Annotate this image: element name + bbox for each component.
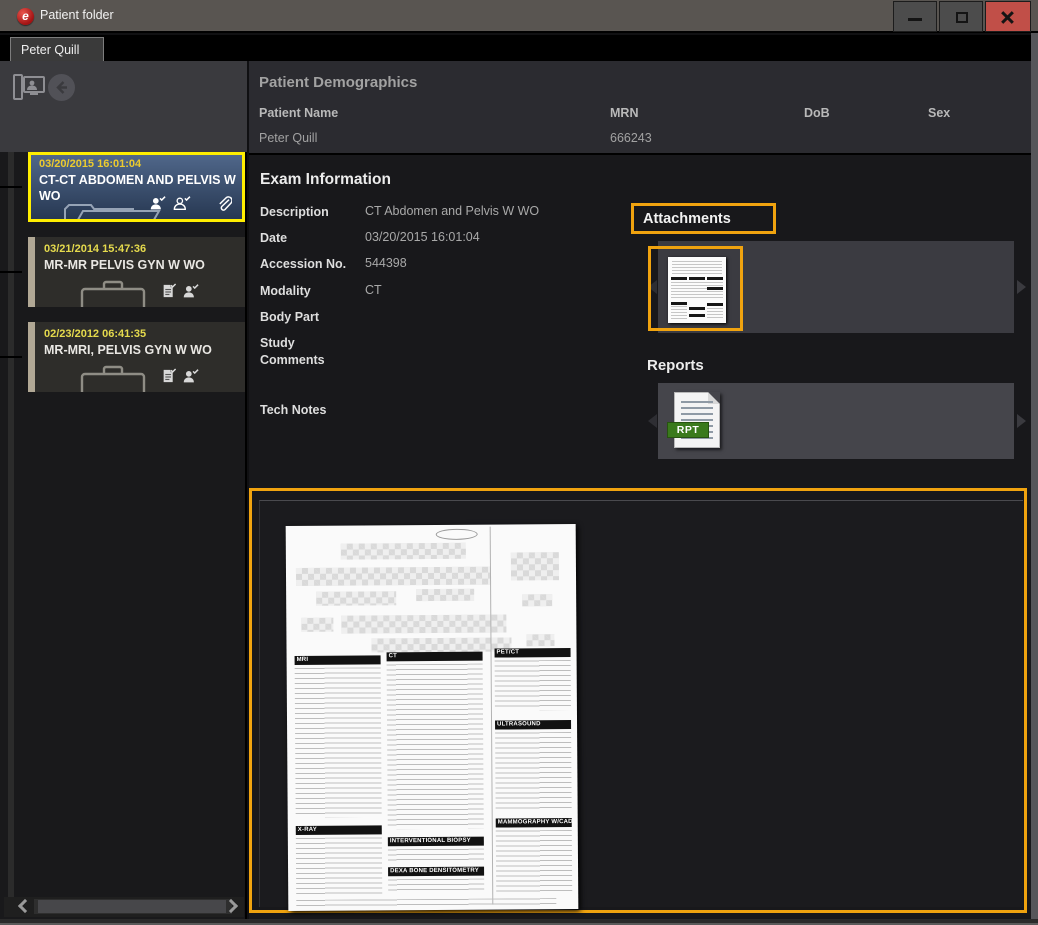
reports-strip: RPT — [658, 383, 1014, 459]
patient-folder-window: e Patient folder Peter Quill — [0, 0, 1038, 925]
card-stripe — [28, 237, 35, 307]
briefcase-icon — [80, 364, 148, 392]
form-section-xray: X-RAY — [296, 825, 382, 835]
report-document-icon[interactable]: RPT — [674, 392, 720, 448]
reports-title: Reports — [647, 357, 704, 374]
study-date: 03/20/2015 16:01:04 — [39, 158, 141, 170]
modality-label: Modality — [260, 283, 362, 300]
back-button[interactable] — [48, 74, 75, 101]
study-timeline — [8, 152, 14, 897]
patient-name-value: Peter Quill — [259, 131, 317, 145]
patient-demographics-section: Patient Demographics Patient Name MRN Do… — [249, 61, 1031, 155]
document-check-icon — [162, 368, 176, 384]
scanned-order-form: MRI CT PET/CT ULTRASOUND X-RAY INTERVENT… — [286, 524, 579, 911]
tech-notes-label: Tech Notes — [260, 402, 362, 419]
study-card-ct-abdomen[interactable]: 03/20/2015 16:01:04 CT-CT ABDOMEN AND PE… — [28, 152, 245, 222]
form-section-mri: MRI — [295, 655, 381, 665]
accession-value: 544398 — [365, 256, 407, 270]
form-section-petct: PET/CT — [495, 648, 571, 658]
window-right-edge — [1031, 33, 1038, 925]
window-bottom-edge — [0, 919, 1038, 925]
exam-information-title: Exam Information — [260, 171, 391, 189]
description-label: Description — [260, 204, 362, 221]
person-check-outline-icon — [172, 195, 191, 211]
scroll-left-icon[interactable] — [18, 899, 32, 913]
attachment-preview-panel: MRI CT PET/CT ULTRASOUND X-RAY INTERVENT… — [259, 500, 1023, 907]
body-part-label: Body Part — [260, 309, 362, 326]
window-title: Patient folder — [40, 8, 114, 22]
pen-mark — [436, 529, 478, 540]
date-value: 03/20/2015 16:01:04 — [365, 230, 480, 244]
patient-folder-icon[interactable] — [13, 73, 45, 101]
left-toolbar — [0, 61, 247, 152]
study-date: 03/21/2014 15:47:36 — [44, 243, 146, 255]
person-check-icon — [182, 368, 199, 384]
maximize-icon — [956, 12, 968, 23]
study-card-mri-pelvis-2012[interactable]: 02/23/2012 06:41:35 MR-MRI, PELVIS GYN W… — [28, 322, 245, 392]
attachment-thumbnail[interactable] — [668, 257, 726, 323]
patient-name-label: Patient Name — [259, 106, 338, 120]
modality-value: CT — [365, 283, 382, 297]
close-button[interactable] — [985, 1, 1031, 32]
titlebar[interactable]: e Patient folder — [0, 0, 1038, 33]
form-section-ct: CT — [387, 652, 483, 662]
study-list-scrollbar[interactable] — [4, 897, 244, 917]
accession-label: Accession No. — [260, 256, 362, 273]
timeline-tick — [0, 186, 22, 188]
timeline-tick — [0, 356, 22, 358]
reports-scroll-left-icon[interactable] — [648, 414, 657, 428]
study-list-panel: 03/20/2015 16:01:04 CT-CT ABDOMEN AND PE… — [0, 61, 247, 919]
form-section-interventional-biopsy: INTERVENTIONAL BIOPSY — [388, 837, 484, 847]
preview-highlight-box: MRI CT PET/CT ULTRASOUND X-RAY INTERVENT… — [249, 488, 1027, 913]
form-footnote — [296, 898, 556, 907]
person-check-icon — [182, 283, 199, 299]
briefcase-icon — [80, 279, 148, 307]
study-date: 02/23/2012 06:41:35 — [44, 328, 146, 340]
study-title: MR-MR PELVIS GYN W WO — [44, 257, 240, 273]
attachment-highlight-box — [648, 246, 743, 331]
document-check-icon — [162, 283, 176, 299]
dob-label: DoB — [804, 106, 830, 120]
tab-label: Peter Quill — [21, 43, 79, 57]
form-section-mammography: MAMMOGRAPHY W/CAD — [496, 818, 572, 828]
attachments-title: Attachments — [643, 211, 731, 227]
person-check-icon — [149, 195, 166, 211]
form-section-dexa: DEXA BONE DENSITOMETRY — [388, 867, 484, 877]
back-arrow-icon — [53, 79, 70, 96]
attachments-highlight-box: Attachments — [631, 203, 776, 234]
study-card-mr-pelvis-2014[interactable]: 03/21/2014 15:47:36 MR-MR PELVIS GYN W W… — [28, 237, 245, 307]
scrollbar-track[interactable] — [34, 899, 232, 914]
paperclip-icon — [217, 195, 232, 211]
card-stripe — [28, 322, 35, 392]
app-logo-icon: e — [17, 8, 34, 25]
demographics-title: Patient Demographics — [259, 74, 417, 91]
sex-label: Sex — [928, 106, 950, 120]
description-value: CT Abdomen and Pelvis W WO — [365, 204, 539, 218]
study-comments-label: Study Comments — [260, 335, 362, 369]
mrn-value: 666243 — [610, 131, 652, 145]
attachments-scroll-right-icon[interactable] — [1017, 280, 1026, 294]
tab-peter-quill[interactable]: Peter Quill — [10, 37, 104, 61]
page-fold-line — [490, 527, 494, 905]
minimize-button[interactable] — [893, 1, 937, 32]
study-title: MR-MRI, PELVIS GYN W WO — [44, 342, 240, 358]
form-section-ultrasound: ULTRASOUND — [495, 720, 571, 730]
scrollbar-thumb[interactable] — [38, 900, 226, 913]
minimize-icon — [908, 18, 922, 21]
tab-bar: Peter Quill — [0, 35, 1038, 61]
date-label: Date — [260, 230, 362, 247]
mrn-label: MRN — [610, 106, 638, 120]
timeline-tick — [0, 271, 22, 273]
rpt-badge: RPT — [667, 422, 709, 438]
reports-scroll-right-icon[interactable] — [1017, 414, 1026, 428]
exam-detail-panel: Patient Demographics Patient Name MRN Do… — [249, 61, 1031, 919]
maximize-button[interactable] — [939, 1, 983, 32]
